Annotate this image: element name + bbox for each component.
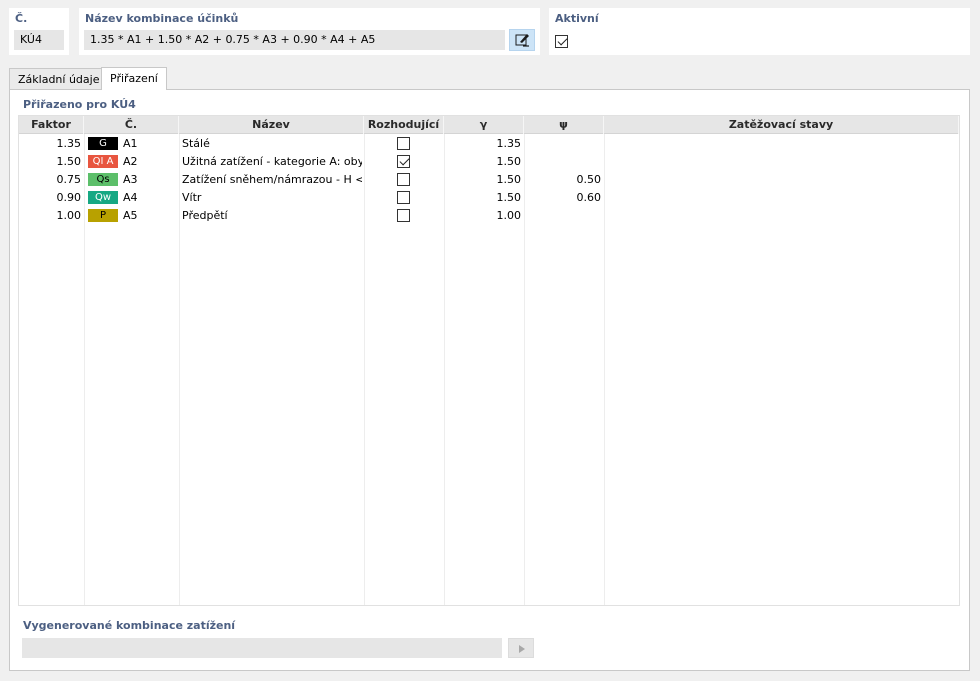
action-name-cell: Předpětí bbox=[182, 209, 228, 222]
table-row[interactable]: 1.00 P A5 Předpětí 1.00 bbox=[19, 207, 959, 225]
action-number-cell: A4 bbox=[123, 191, 138, 204]
table-row[interactable]: 0.90 Qw A4 Vítr 1.50 0.60 bbox=[19, 189, 959, 207]
psi-cell[interactable] bbox=[524, 135, 601, 153]
load-cases-cell[interactable] bbox=[607, 153, 957, 171]
generated-label: Vygenerované kombinace zatížení bbox=[23, 619, 236, 632]
decisive-checkbox[interactable] bbox=[397, 137, 410, 150]
table-row[interactable]: 0.75 Qs A3 Zatížení sněhem/námrazou - H <..… bbox=[19, 171, 959, 189]
table-row[interactable]: 1.35 G A1 Stálé 1.35 bbox=[19, 135, 959, 153]
action-number-cell: A1 bbox=[123, 137, 138, 150]
assigned-table: Faktor Č. Název Rozhodující γ ψ Zatěžova… bbox=[18, 115, 960, 606]
factor-cell[interactable]: 0.90 bbox=[19, 189, 82, 207]
gamma-cell[interactable]: 1.35 bbox=[444, 135, 522, 153]
load-combo-badge: Qs bbox=[88, 173, 118, 186]
psi-cell[interactable] bbox=[524, 207, 601, 225]
load-cases-cell[interactable] bbox=[607, 189, 957, 207]
tab-basic-data[interactable]: Základní údaje bbox=[9, 68, 109, 90]
factor-cell[interactable]: 1.35 bbox=[19, 135, 82, 153]
active-panel: Aktivní bbox=[549, 8, 970, 55]
action-name-cell: Zatížení sněhem/námrazou - H <... bbox=[182, 173, 362, 186]
table-header: Faktor Č. Název Rozhodující γ ψ Zatěžova… bbox=[19, 116, 959, 134]
col-header-gamma[interactable]: γ bbox=[444, 116, 524, 134]
action-name-cell: Vítr bbox=[182, 191, 202, 204]
name-label: Název kombinace účinků bbox=[85, 12, 239, 25]
decisive-checkbox[interactable] bbox=[397, 191, 410, 204]
active-checkbox[interactable] bbox=[555, 35, 568, 48]
load-cases-cell[interactable] bbox=[607, 207, 957, 225]
factor-cell[interactable]: 1.50 bbox=[19, 153, 82, 171]
decisive-checkbox[interactable] bbox=[397, 173, 410, 186]
load-combo-badge: QI A bbox=[88, 155, 118, 168]
psi-cell[interactable]: 0.60 bbox=[524, 189, 602, 207]
tab-assignment[interactable]: Přiřazení bbox=[101, 67, 167, 90]
load-combo-badge: P bbox=[88, 209, 118, 222]
name-field[interactable]: 1.35 * A1 + 1.50 * A2 + 0.75 * A3 + 0.90… bbox=[84, 30, 505, 50]
factor-cell[interactable]: 1.00 bbox=[19, 207, 82, 225]
number-field[interactable]: KÚ4 bbox=[14, 30, 64, 50]
action-number-cell: A3 bbox=[123, 173, 138, 186]
number-label: Č. bbox=[15, 12, 28, 25]
gamma-cell[interactable]: 1.50 bbox=[444, 171, 522, 189]
decisive-checkbox[interactable] bbox=[397, 209, 410, 222]
gamma-cell[interactable]: 1.00 bbox=[444, 207, 522, 225]
edit-button[interactable] bbox=[509, 29, 535, 51]
name-panel: Název kombinace účinků 1.35 * A1 + 1.50 … bbox=[79, 8, 540, 55]
decisive-checkbox[interactable] bbox=[397, 155, 410, 168]
load-combo-badge: G bbox=[88, 137, 118, 150]
psi-cell[interactable] bbox=[524, 153, 601, 171]
load-cases-cell[interactable] bbox=[607, 171, 957, 189]
col-header-psi[interactable]: ψ bbox=[524, 116, 604, 134]
generated-section: Vygenerované kombinace zatížení bbox=[17, 616, 540, 663]
assigned-title: Přiřazeno pro KÚ4 bbox=[23, 98, 136, 111]
action-name-cell: Stálé bbox=[182, 137, 210, 150]
load-combo-badge: Qw bbox=[88, 191, 118, 204]
action-number-cell: A5 bbox=[123, 209, 138, 222]
col-header-decisive[interactable]: Rozhodující bbox=[364, 116, 444, 134]
active-label: Aktivní bbox=[555, 12, 599, 25]
col-header-number[interactable]: Č. bbox=[84, 116, 179, 134]
number-panel: Č. KÚ4 bbox=[9, 8, 69, 55]
play-button[interactable] bbox=[508, 638, 534, 658]
generated-side-panel bbox=[549, 616, 962, 663]
load-cases-cell[interactable] bbox=[607, 135, 957, 153]
psi-cell[interactable]: 0.50 bbox=[524, 171, 602, 189]
col-header-factor[interactable]: Faktor bbox=[19, 116, 84, 134]
gamma-cell[interactable]: 1.50 bbox=[444, 153, 522, 171]
table-row[interactable]: 1.50 QI A A2 Užitná zatížení - kategorie A:… bbox=[19, 153, 959, 171]
generated-field[interactable] bbox=[22, 638, 502, 658]
action-number-cell: A2 bbox=[123, 155, 138, 168]
action-name-cell: Užitná zatížení - kategorie A: oby... bbox=[182, 155, 362, 168]
edit-icon bbox=[515, 34, 529, 47]
factor-cell[interactable]: 0.75 bbox=[19, 171, 82, 189]
col-header-name[interactable]: Název bbox=[179, 116, 364, 134]
gamma-cell[interactable]: 1.50 bbox=[444, 189, 522, 207]
col-header-load-cases[interactable]: Zatěžovací stavy bbox=[604, 116, 959, 134]
